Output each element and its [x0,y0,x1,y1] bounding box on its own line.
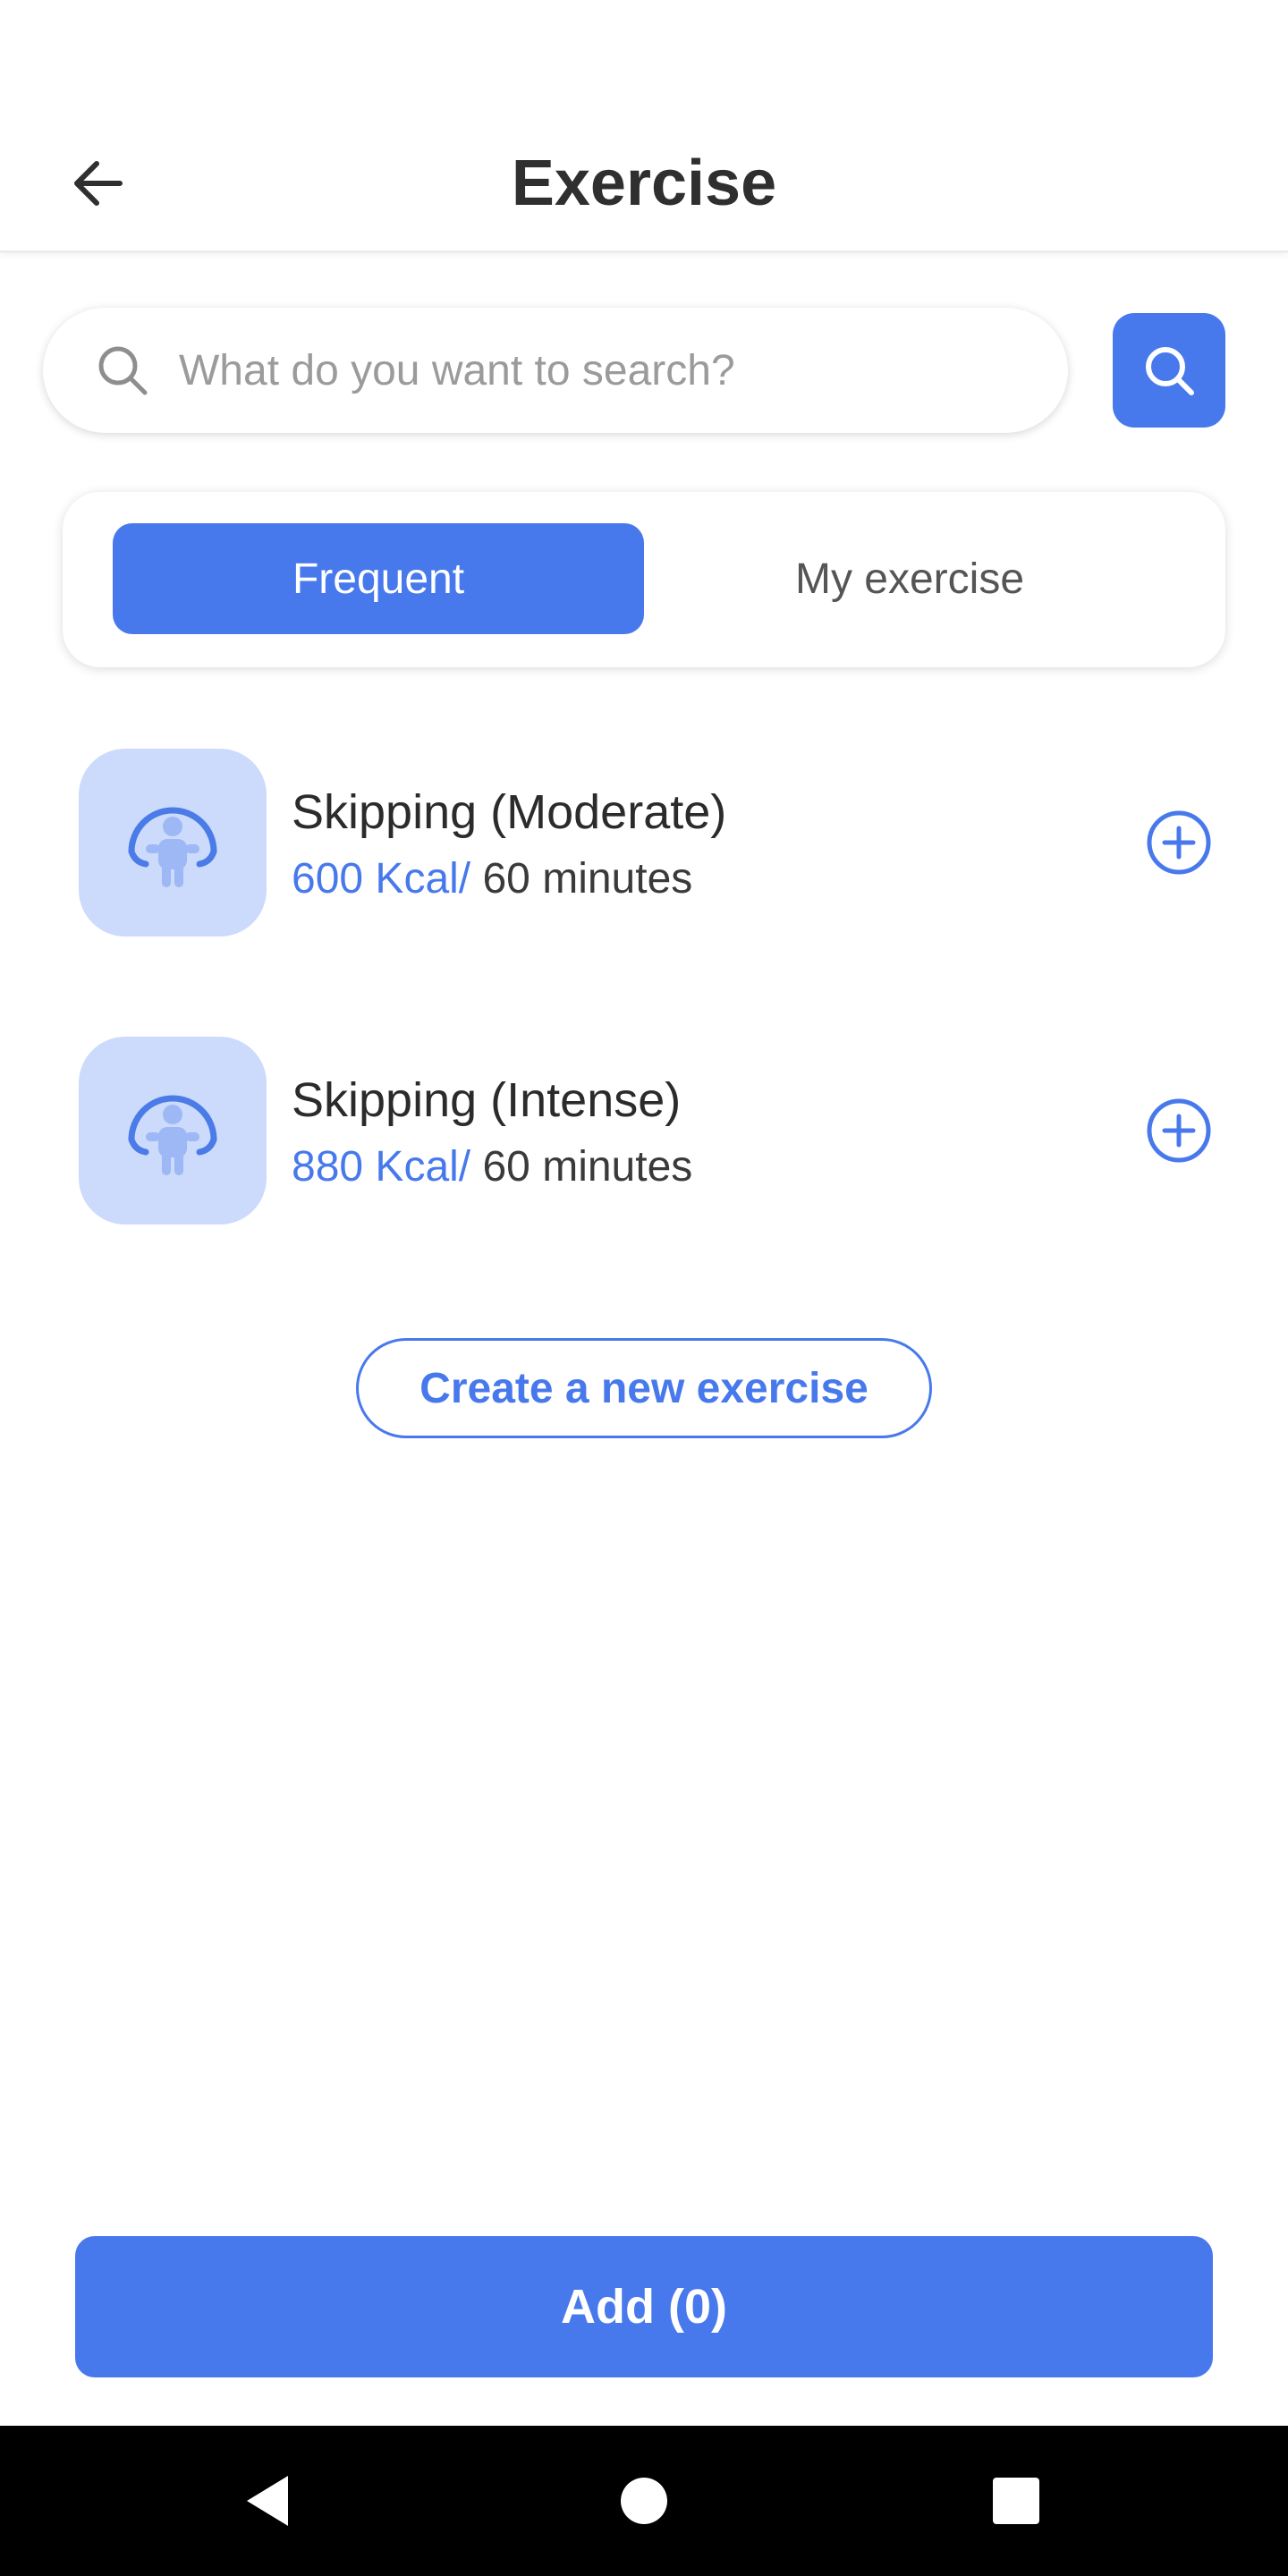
exercise-kcal: 600 Kcal/ [292,855,471,902]
nav-home-circle-icon [621,2478,667,2524]
jump-rope-icon [128,1095,217,1175]
exercise-kcal: 880 Kcal/ [292,1143,471,1191]
exercise-duration: 60 minutes [470,1143,693,1191]
exercise-meta: 880 Kcal/ 60 minutes [292,1142,692,1191]
exercise-name: Skipping (Intense) [292,1073,682,1127]
back-button[interactable] [63,148,134,219]
exercise-item[interactable]: Skipping (Intense) 880 Kcal/ 60 minutes [79,1037,1224,1224]
jump-rope-icon [128,807,217,887]
exercise-duration: 60 minutes [470,855,693,902]
page-title: Exercise [511,148,777,219]
exercise-thumbnail [79,749,267,936]
arrow-left-icon [74,161,123,206]
exercise-meta: 600 Kcal/ 60 minutes [292,854,692,903]
search-icon [1146,347,1194,395]
tab-frequent[interactable]: Frequent [113,523,644,634]
tab-bar: Frequent My exercise [63,492,1225,667]
search-input[interactable] [177,344,1068,396]
plus-circle-icon [1147,1098,1211,1163]
tab-my-exercise[interactable]: My exercise [644,523,1175,634]
add-exercise-button[interactable] [1143,807,1215,878]
nav-back-triangle-icon [247,2476,288,2526]
status-bar [0,0,1288,134]
system-nav-bar [0,2426,1288,2576]
create-exercise-button[interactable]: Create a new exercise [356,1338,932,1438]
nav-back-button[interactable] [233,2465,304,2537]
nav-recents-button[interactable] [980,2465,1052,2537]
exercise-item[interactable]: Skipping (Moderate) 600 Kcal/ 60 minutes [79,749,1224,936]
exercise-name: Skipping (Moderate) [292,785,727,839]
exercise-thumbnail [79,1037,267,1224]
add-exercise-button[interactable] [1143,1095,1215,1166]
add-button[interactable]: Add (0) [75,2236,1213,2377]
nav-recents-square-icon [993,2478,1039,2524]
search-field[interactable] [43,308,1068,433]
plus-circle-icon [1147,810,1211,875]
search-button[interactable] [1113,313,1225,428]
app-header: Exercise [0,134,1288,253]
nav-home-button[interactable] [608,2465,680,2537]
search-icon [98,346,148,395]
